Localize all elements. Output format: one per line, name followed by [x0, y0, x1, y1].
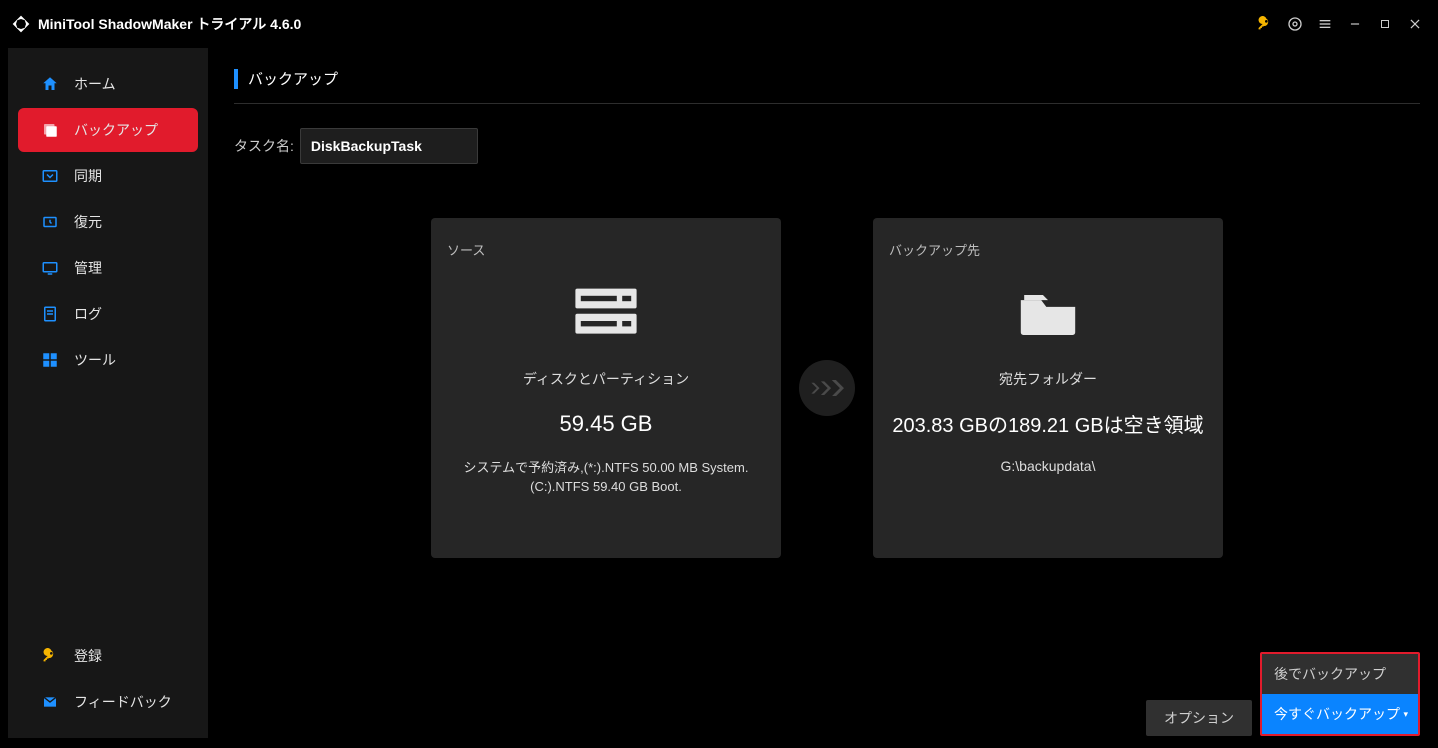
restore-icon [40, 212, 60, 232]
backup-icon [40, 120, 60, 140]
sidebar-item-log[interactable]: ログ [18, 292, 198, 336]
main-panel: バックアップ タスク名: ソース [208, 48, 1438, 738]
sidebar-item-label: フィードバック [74, 692, 172, 712]
disk-icon [570, 283, 642, 341]
sidebar-item-label: ツール [74, 350, 116, 370]
backup-now-button[interactable]: 今すぐバックアップ ▾ [1262, 694, 1418, 734]
bottom-actions: オプション 後でバックアップ 今すぐバックアップ ▾ [1146, 652, 1420, 736]
sidebar-item-tools[interactable]: ツール [18, 338, 198, 382]
header-accent-bar [234, 69, 238, 89]
app-logo-icon [10, 13, 32, 35]
backup-later-button[interactable]: 後でバックアップ [1262, 654, 1418, 694]
sync-icon [40, 166, 60, 186]
home-icon [40, 74, 60, 94]
license-key-icon[interactable] [1250, 9, 1280, 39]
source-card[interactable]: ソース ディスクとパーティション 59.45 GB システムで予約済み,(*:)… [431, 218, 781, 558]
task-name-row: タスク名: [234, 128, 1420, 164]
destination-size: 203.83 GBの189.21 GBは空き領域 [892, 409, 1203, 438]
app-title: MiniTool ShadowMaker トライアル 4.6.0 [38, 14, 301, 34]
manage-icon [40, 258, 60, 278]
sidebar-item-restore[interactable]: 復元 [18, 200, 198, 244]
task-name-input[interactable] [300, 128, 478, 164]
sidebar-item-label: 同期 [74, 166, 102, 186]
media-icon[interactable] [1280, 9, 1310, 39]
log-icon [40, 304, 60, 324]
page-header: バックアップ [234, 68, 1420, 104]
sidebar: ホーム バックアップ 同期 復元 管理 ログ [8, 48, 208, 738]
minimize-button[interactable] [1340, 9, 1370, 39]
sidebar-item-label: バックアップ [74, 120, 158, 140]
source-size: 59.45 GB [560, 411, 653, 437]
source-details: システムで予約済み,(*:).NTFS 50.00 MB System.(C:)… [447, 459, 765, 497]
folder-icon [1012, 283, 1084, 341]
sidebar-item-label: ログ [74, 304, 102, 324]
titlebar: MiniTool ShadowMaker トライアル 4.6.0 [0, 0, 1438, 48]
sidebar-item-backup[interactable]: バックアップ [18, 108, 198, 152]
sidebar-item-register[interactable]: 登録 [18, 634, 198, 678]
close-button[interactable] [1400, 9, 1430, 39]
chevron-down-icon: ▾ [1403, 709, 1408, 720]
destination-card-label: バックアップ先 [889, 240, 980, 259]
sidebar-item-label: 登録 [74, 646, 102, 666]
sidebar-item-feedback[interactable]: フィードバック [18, 680, 198, 724]
sidebar-item-label: 管理 [74, 258, 102, 278]
backup-dropdown: 後でバックアップ 今すぐバックアップ ▾ [1260, 652, 1420, 736]
options-button[interactable]: オプション [1146, 700, 1252, 736]
sidebar-item-manage[interactable]: 管理 [18, 246, 198, 290]
page-title: バックアップ [248, 68, 338, 89]
sidebar-item-label: 復元 [74, 212, 102, 232]
register-key-icon [40, 646, 60, 666]
source-type: ディスクとパーティション [523, 369, 689, 389]
source-card-label: ソース [447, 240, 485, 259]
arrow-icon [799, 360, 855, 416]
destination-card[interactable]: バックアップ先 宛先フォルダー 203.83 GBの189.21 GBは空き領域… [873, 218, 1223, 558]
sidebar-item-sync[interactable]: 同期 [18, 154, 198, 198]
destination-path: G:\backupdata\ [1001, 458, 1096, 474]
tools-icon [40, 350, 60, 370]
destination-type: 宛先フォルダー [999, 369, 1097, 389]
sidebar-item-label: ホーム [74, 74, 116, 94]
maximize-button[interactable] [1370, 9, 1400, 39]
sidebar-item-home[interactable]: ホーム [18, 62, 198, 106]
backup-now-label: 今すぐバックアップ [1274, 704, 1400, 724]
menu-icon[interactable] [1310, 9, 1340, 39]
feedback-mail-icon [40, 692, 60, 712]
task-name-label: タスク名: [234, 136, 294, 156]
